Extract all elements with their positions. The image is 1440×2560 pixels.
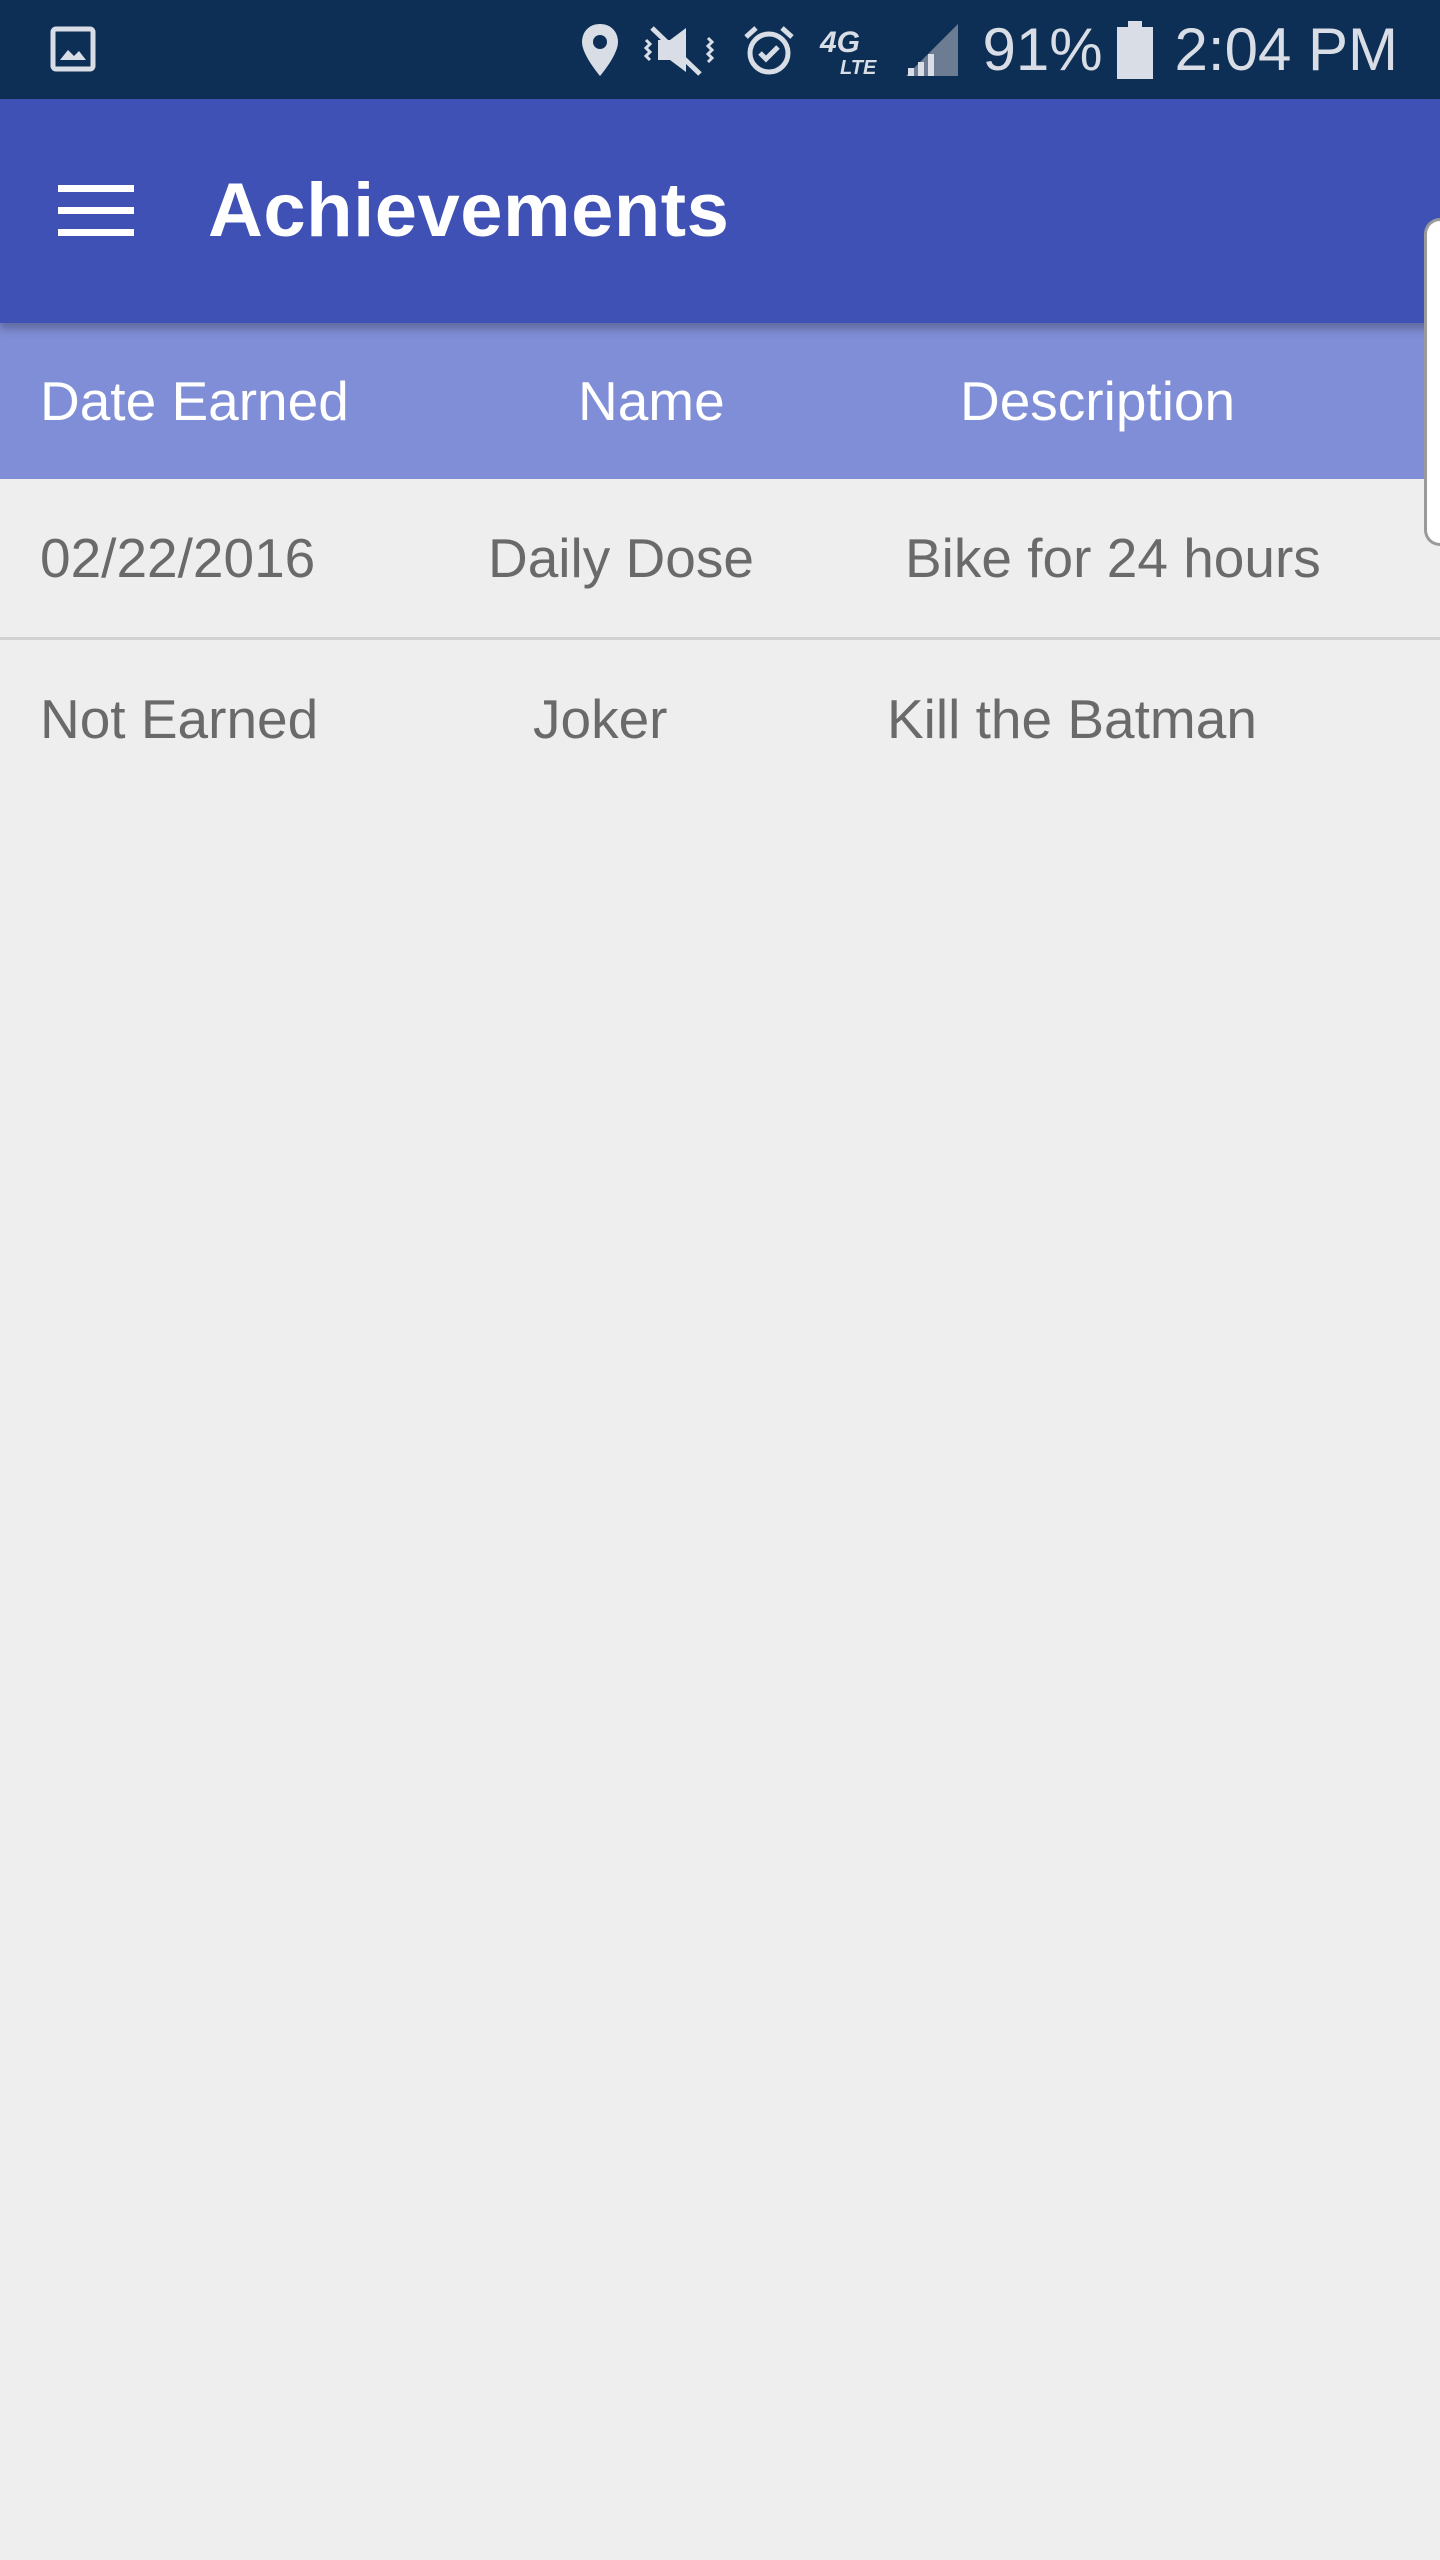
svg-text:4G: 4G (819, 26, 860, 59)
mute-vibrate-icon (644, 25, 715, 76)
table-row[interactable]: 02/22/2016 Daily Dose Bike for 24 hours (0, 479, 1440, 640)
cell-description: Kill the Batman (887, 688, 1257, 750)
cell-date-earned: 02/22/2016 (40, 527, 316, 589)
status-icons: 4G LTE 91% 2:04 PM (580, 0, 1398, 99)
location-icon (582, 23, 619, 76)
cell-description: Bike for 24 hours (905, 527, 1321, 589)
app-bar: Achievements (0, 99, 1440, 323)
cell-name: Daily Dose (488, 527, 754, 589)
svg-text:LTE: LTE (840, 57, 877, 78)
lte-icon: 4G LTE (819, 26, 877, 78)
battery-icon (1116, 20, 1153, 79)
status-bar: 4G LTE 91% 2:04 PM (0, 0, 1440, 99)
page-title: Achievements (208, 168, 730, 253)
menu-button[interactable] (48, 175, 144, 247)
edge-panel-handle[interactable] (1424, 218, 1440, 546)
table-header: Date Earned Name Description (0, 323, 1440, 479)
gallery-icon (50, 26, 96, 72)
column-header-description[interactable]: Description (960, 323, 1235, 479)
cell-name: Joker (533, 688, 668, 750)
alarm-icon (744, 25, 795, 74)
column-header-date-earned[interactable]: Date Earned (40, 323, 349, 479)
battery-percent: 91% (982, 15, 1103, 83)
signal-icon (906, 23, 959, 76)
status-time: 2:04 PM (1174, 15, 1398, 83)
column-header-name[interactable]: Name (578, 323, 725, 479)
hamburger-menu-icon (58, 185, 134, 236)
cell-date-earned: Not Earned (40, 688, 319, 750)
table-row[interactable]: Not Earned Joker Kill the Batman (0, 640, 1440, 798)
